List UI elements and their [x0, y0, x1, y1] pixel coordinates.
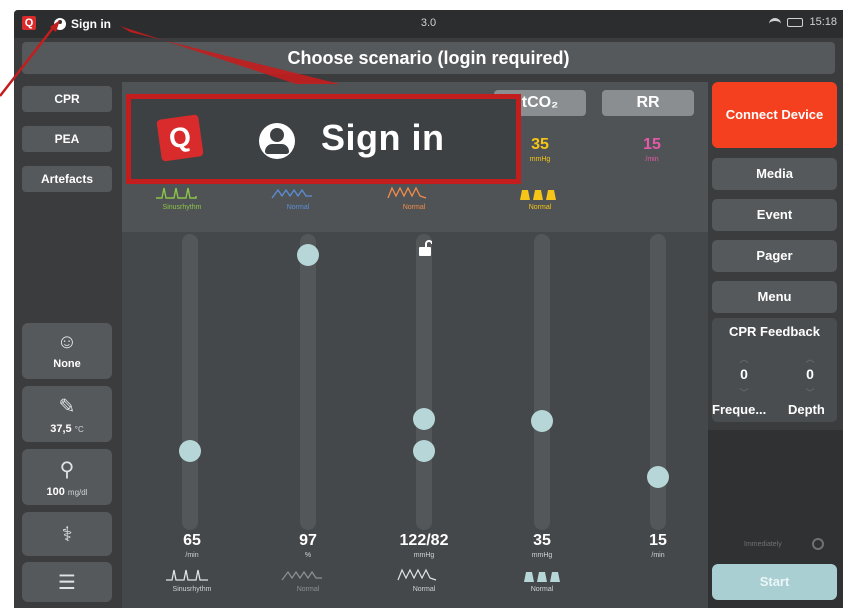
co2-bottom-wave-icon: [524, 572, 560, 582]
spo2-slider-knob[interactable]: [297, 244, 319, 266]
rr-unit: /min: [651, 552, 665, 559]
stethoscope-icon: ⚕: [61, 524, 73, 546]
depth-label: Depth: [788, 402, 825, 417]
depth-value: 0: [806, 366, 814, 382]
hr-slider-knob[interactable]: [179, 440, 201, 462]
hr-wave-label: Sinusrhythm: [172, 586, 212, 593]
sign-in-callout: Q Sign in: [126, 94, 521, 184]
bp-slider[interactable]: [416, 234, 432, 530]
rr-slider-knob[interactable]: [647, 466, 669, 488]
device-screen: Q Sign in 3.0 15:18 Choose scenario (log…: [14, 10, 843, 608]
unlock-icon[interactable]: [418, 240, 432, 256]
settings-icon: ☰: [58, 572, 76, 594]
frequency-up-icon[interactable]: ︿: [724, 352, 764, 365]
glucose-tile[interactable]: ⚲ 100 mg/dl: [22, 449, 112, 505]
menu-button[interactable]: Menu: [712, 281, 837, 313]
bp-wave-label: Normal: [402, 204, 426, 211]
co2-slider[interactable]: [534, 234, 550, 530]
bp-value: 122/82: [399, 532, 449, 549]
spo2-bottom-wave-icon: [281, 570, 322, 581]
ecg-wave-label: Sinusrhythm: [162, 204, 202, 211]
callout-logo: Q: [156, 114, 204, 162]
frequency-label: Freque...: [712, 402, 767, 417]
depth-up-icon[interactable]: ︿: [790, 352, 830, 365]
immediately-toggle[interactable]: [812, 538, 824, 550]
header-value-rr: 15: [643, 136, 661, 153]
spo2-wave-label: Normal: [286, 204, 310, 211]
scenario-artefacts-button[interactable]: Artefacts: [22, 166, 112, 192]
temperature-value: 37,5: [50, 423, 72, 435]
scenario-cpr-button[interactable]: CPR: [22, 86, 112, 112]
callout-sign-in-label: Sign in: [321, 117, 445, 158]
hr-slider[interactable]: [182, 234, 198, 530]
patient-tile[interactable]: ☺ None: [22, 323, 112, 379]
account-icon-large: [259, 123, 295, 159]
media-button[interactable]: Media: [712, 158, 837, 190]
hr-unit: /min: [185, 552, 199, 559]
bp-bottom-wave-label: Normal: [412, 586, 436, 593]
person-icon: ☺: [56, 331, 78, 353]
co2-slider-knob[interactable]: [531, 410, 553, 432]
immediately-label: Immediately: [744, 541, 782, 548]
cpr-feedback-title: CPR Feedback: [728, 324, 821, 339]
glucose-unit: mg/dl: [67, 488, 88, 497]
glucose-value: 100: [46, 486, 65, 498]
scenario-pea-button[interactable]: PEA: [22, 126, 112, 152]
header-unit-rr: /min: [645, 156, 659, 163]
bp-unit: mmHg: [413, 552, 435, 559]
glucose-icon: ⚲: [59, 459, 75, 481]
spo2-bottom-wave-label: Normal: [296, 586, 320, 593]
pager-button[interactable]: Pager: [712, 240, 837, 272]
co2-bottom-wave-label: Normal: [530, 586, 554, 593]
auscultation-tile[interactable]: ⚕: [22, 512, 112, 556]
co2-wave-icon: [520, 190, 556, 200]
bp-diastolic-knob[interactable]: [413, 440, 435, 462]
bp-systolic-knob[interactable]: [413, 408, 435, 430]
battery-icon: [787, 17, 804, 27]
spo2-wave-icon: [271, 188, 312, 199]
patient-label: None: [53, 358, 81, 370]
ecg-wave-icon: [156, 187, 197, 199]
wifi-icon: [769, 17, 782, 27]
spo2-value: 97: [299, 532, 317, 549]
hr-value: 65: [183, 532, 201, 549]
spo2-slider[interactable]: [300, 234, 316, 530]
event-button[interactable]: Event: [712, 199, 837, 231]
connect-device-button[interactable]: Connect Device: [712, 82, 837, 148]
temperature-unit: °C: [74, 425, 84, 434]
depth-down-icon[interactable]: ﹀: [790, 386, 830, 399]
status-indicators: 15:18: [769, 16, 837, 28]
co2-unit: mmHg: [531, 552, 553, 559]
bp-bottom-wave-icon: [397, 568, 437, 581]
start-button[interactable]: Start: [712, 564, 837, 600]
app-version: 3.0: [420, 17, 437, 29]
temperature-tile[interactable]: ✎ 37,5 °C: [22, 386, 112, 442]
clock: 15:18: [809, 16, 837, 28]
hr-wave-icon: [166, 569, 208, 581]
spo2-unit: %: [304, 552, 312, 559]
settings-tile[interactable]: ☰: [22, 562, 112, 602]
thermometer-icon: ✎: [58, 396, 76, 418]
co2-wave-label: Normal: [528, 204, 552, 211]
cpr-feedback-panel: CPR Feedback ︿ 0 ﹀ ︿ 0 ﹀ Freque... Depth: [712, 318, 837, 422]
co2-value: 35: [533, 532, 551, 549]
bp-wave-icon: [387, 186, 427, 199]
frequency-down-icon[interactable]: ﹀: [724, 386, 764, 399]
frequency-value: 0: [740, 366, 748, 382]
status-bar: Q Sign in 3.0 15:18: [14, 10, 843, 38]
col-label-rr[interactable]: RR: [602, 90, 694, 116]
rr-value: 15: [649, 532, 667, 549]
page-title[interactable]: Choose scenario (login required): [22, 42, 835, 74]
